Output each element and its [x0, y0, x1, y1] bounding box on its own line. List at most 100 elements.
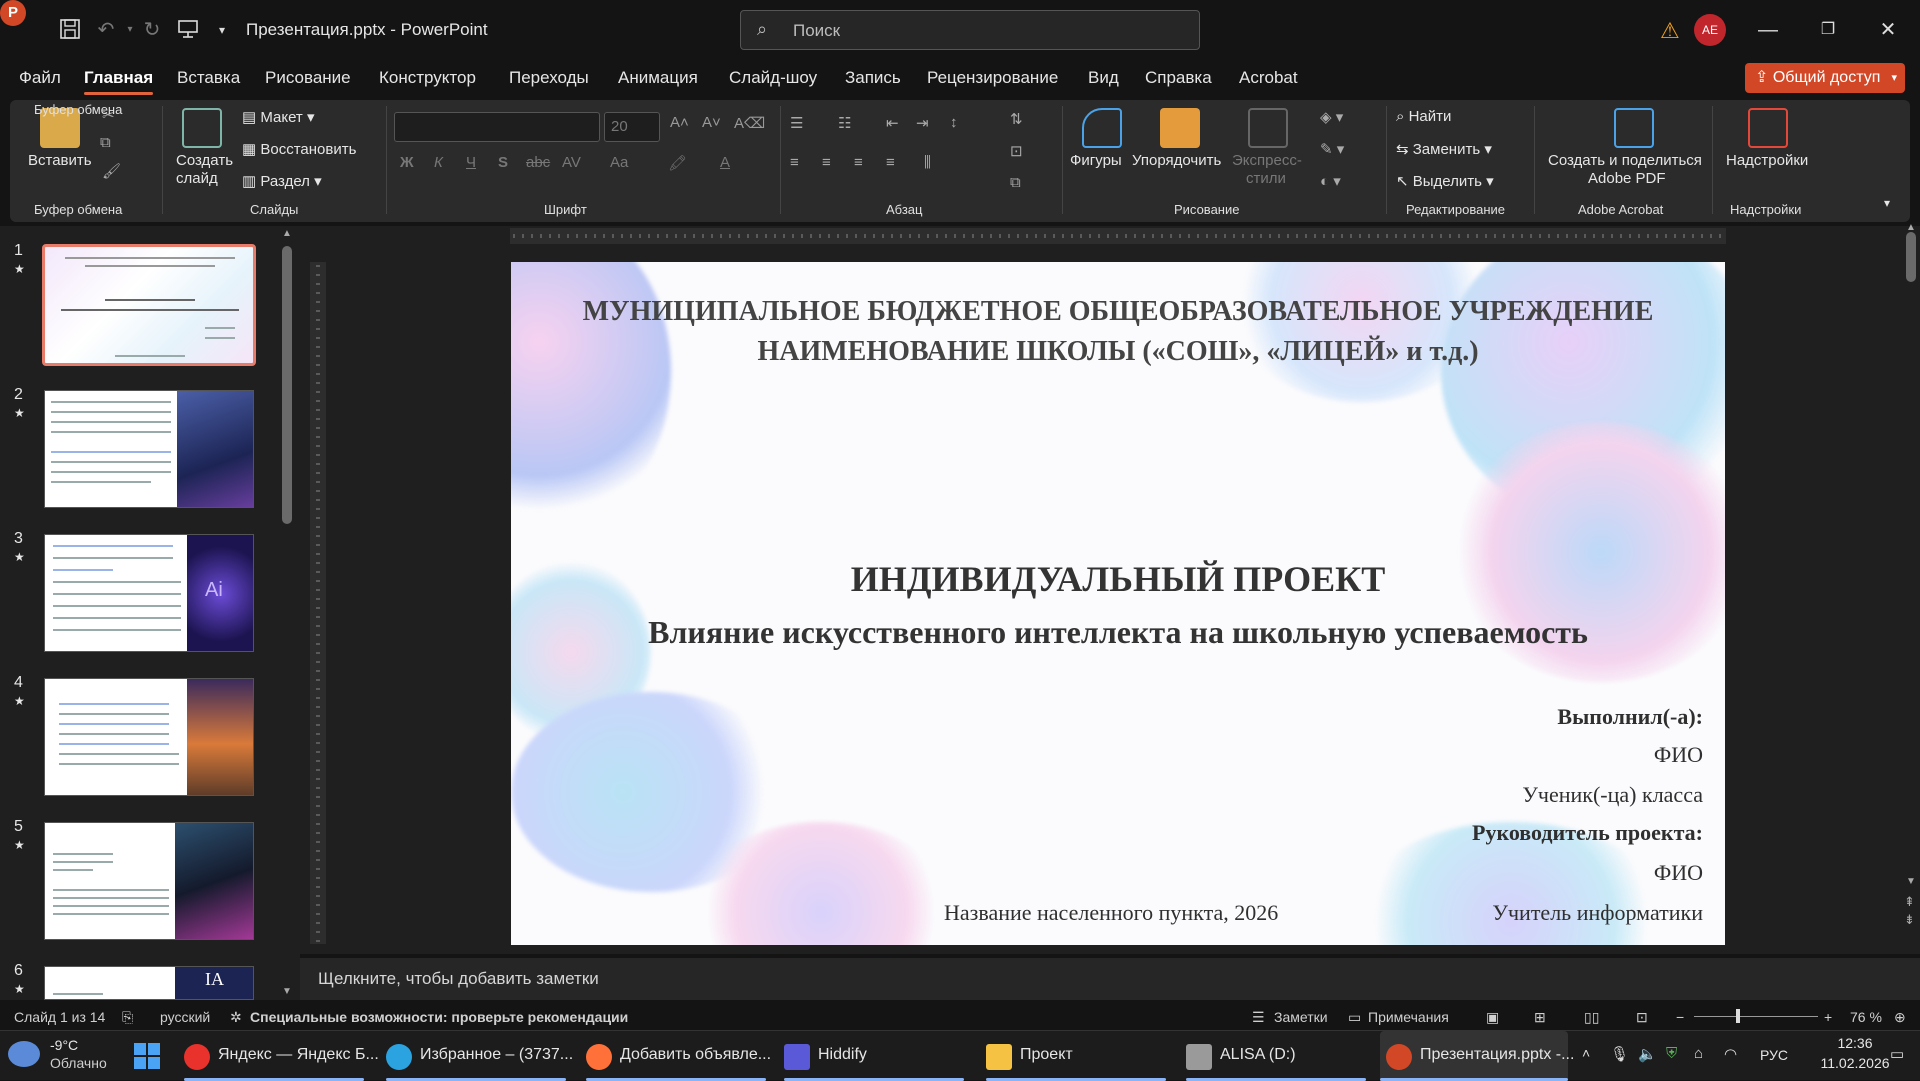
quick-styles-button-2[interactable]: стили	[1246, 170, 1286, 187]
replace-button[interactable]: ⇆ Заменить ▾	[1396, 140, 1492, 158]
microphone-icon[interactable]: 🎙	[1610, 1045, 1629, 1063]
clock-time[interactable]: 12:36	[1820, 1035, 1890, 1051]
addins-button[interactable]: Надстройки	[1726, 152, 1808, 169]
zoom-slider-thumb[interactable]	[1736, 1009, 1740, 1023]
avatar[interactable]: AE	[1694, 14, 1726, 46]
wifi-icon[interactable]: ◠	[1724, 1045, 1737, 1063]
supervisor-label[interactable]: Руководитель проекта:	[1472, 820, 1703, 846]
smartart-icon[interactable]: ⧉	[1010, 174, 1021, 191]
spellcheck-icon[interactable]: ⎘	[122, 1009, 133, 1026]
align-left-icon[interactable]: ≡	[790, 154, 799, 171]
change-case-button[interactable]: Aa	[610, 154, 628, 171]
font-color-icon[interactable]: A	[720, 154, 730, 171]
reading-view-icon[interactable]: ▯▯	[1584, 1009, 1599, 1026]
taskbar-item-hiddify[interactable]: Hiddify	[784, 1031, 964, 1081]
format-painter-icon[interactable]: 🖌	[102, 162, 121, 180]
decrease-indent-icon[interactable]: ⇤	[886, 114, 899, 132]
present-icon[interactable]	[176, 18, 200, 42]
paste-button[interactable]: Вставить	[28, 152, 92, 169]
quick-styles-button[interactable]: Экспресс-	[1232, 152, 1302, 169]
taskbar-item-project-folder[interactable]: Проект	[986, 1031, 1166, 1081]
notes-pane[interactable]: Щелкните, чтобы добавить заметки	[300, 958, 1920, 1000]
thumbnail-scrollbar[interactable]	[282, 246, 292, 524]
slide-thumbnail-2[interactable]	[44, 390, 254, 508]
tab-insert[interactable]: Вставка	[177, 68, 240, 88]
slide-title[interactable]: ИНДИВИДУАЛЬНЫЙ ПРОЕКТ	[511, 558, 1725, 600]
clear-formatting-icon[interactable]: A⌫	[734, 114, 765, 132]
comments-icon[interactable]: ▭	[1348, 1009, 1361, 1026]
scroll-up-icon[interactable]: ▲	[1906, 222, 1916, 233]
bullets-icon[interactable]: ☰	[790, 114, 803, 132]
decrease-font-icon[interactable]: A˅	[702, 114, 721, 131]
tab-home[interactable]: Главная	[84, 68, 154, 95]
columns-icon[interactable]: ⫼	[924, 154, 931, 171]
student-fio[interactable]: ФИО	[1654, 742, 1703, 768]
slide-thumbnail-1[interactable]	[42, 244, 256, 366]
slide-thumbnail-6[interactable]: IA	[44, 966, 254, 1000]
shape-outline-icon[interactable]: ✎ ▾	[1320, 140, 1344, 158]
tab-acrobat[interactable]: Acrobat	[1239, 68, 1298, 88]
adobe-pdf-icon[interactable]	[1614, 108, 1654, 148]
reset-button[interactable]: ▦ Восстановить	[242, 140, 356, 158]
save-icon[interactable]	[58, 18, 82, 42]
copy-icon[interactable]: ⧉	[100, 134, 111, 151]
redo-icon[interactable]: ↻	[140, 18, 164, 42]
zoom-slider[interactable]	[1694, 1016, 1818, 1017]
notes-button[interactable]: Заметки	[1274, 1009, 1328, 1025]
minimize-button[interactable]: —	[1748, 14, 1788, 46]
slideshow-view-icon[interactable]: ⊡	[1636, 1009, 1648, 1026]
tab-animations[interactable]: Анимация	[618, 68, 698, 88]
text-direction-icon[interactable]: ⇅	[1010, 110, 1023, 128]
new-slide-label[interactable]: Создать	[176, 152, 233, 169]
weather-temp[interactable]: -9°C	[50, 1037, 78, 1053]
new-slide-icon[interactable]	[182, 108, 222, 148]
increase-indent-icon[interactable]: ⇥	[916, 114, 929, 132]
find-button[interactable]: ⌕ Найти	[1396, 108, 1451, 125]
slide-subtitle[interactable]: Влияние искусственного интеллекта на шко…	[511, 614, 1725, 651]
layout-button[interactable]: ▤ Макет ▾	[242, 108, 315, 126]
volume-icon[interactable]: 🔈	[1638, 1045, 1657, 1063]
supervisor-title[interactable]: Учитель информатики	[1492, 900, 1703, 926]
underline-button[interactable]: Ч	[466, 154, 476, 171]
warning-icon[interactable]: ⚠	[1660, 18, 1680, 44]
slide-sorter-icon[interactable]: ⊞	[1534, 1009, 1546, 1026]
student-class[interactable]: Ученик(-ца) класса	[1522, 782, 1703, 808]
tab-draw[interactable]: Рисование	[265, 68, 351, 88]
zoom-level[interactable]: 76 %	[1850, 1009, 1882, 1025]
accessibility-icon[interactable]: ✲	[230, 1009, 242, 1026]
language-indicator[interactable]: русский	[160, 1009, 210, 1025]
justify-icon[interactable]: ≡	[886, 154, 895, 171]
security-icon[interactable]: ⛨	[1666, 1045, 1677, 1062]
align-center-icon[interactable]: ≡	[822, 154, 831, 171]
shape-effects-icon[interactable]: ◐ ▾	[1320, 172, 1341, 190]
font-family-select[interactable]	[394, 112, 600, 142]
close-button[interactable]: ✕	[1868, 14, 1908, 46]
weather-desc[interactable]: Облачно	[50, 1055, 107, 1071]
align-right-icon[interactable]: ≡	[854, 154, 863, 171]
tab-design[interactable]: Конструктор	[379, 68, 476, 88]
tab-file[interactable]: Файл	[19, 68, 61, 88]
customize-toolbar-icon[interactable]: ▾	[210, 18, 234, 42]
slide-header-line2[interactable]: НАИМЕНОВАНИЕ ШКОЛЫ («СОШ», «ЛИЦЕЙ» и т.д…	[511, 336, 1725, 368]
notes-icon[interactable]: ☰	[1252, 1009, 1265, 1026]
taskbar-item-firefox[interactable]: Добавить объявле...	[586, 1031, 771, 1081]
city-year[interactable]: Название населенного пункта, 2026	[944, 900, 1278, 926]
start-icon[interactable]	[134, 1043, 160, 1069]
taskbar-item-powerpoint[interactable]: Презентация.pptx -...	[1380, 1031, 1574, 1081]
comments-button[interactable]: Примечания	[1368, 1009, 1449, 1025]
shadow-button[interactable]: S	[498, 154, 508, 171]
notification-icon[interactable]: ▭	[1890, 1045, 1904, 1063]
fit-to-window-icon[interactable]: ⊕	[1894, 1009, 1906, 1026]
create-pdf-button-2[interactable]: Adobe PDF	[1588, 170, 1666, 187]
zoom-in-icon[interactable]: +	[1824, 1009, 1832, 1025]
create-pdf-button[interactable]: Создать и поделиться	[1548, 152, 1702, 169]
input-language[interactable]: РУС	[1760, 1047, 1788, 1063]
undo-icon[interactable]: ↶	[94, 18, 118, 42]
align-text-icon[interactable]: ⊡	[1010, 142, 1023, 160]
taskbar-item-favorites[interactable]: Избранное – (3737...	[386, 1031, 573, 1081]
slide-thumbnail-3[interactable]: Ai	[44, 534, 254, 652]
slide-header-line1[interactable]: МУНИЦИПАЛЬНОЕ БЮДЖЕТНОЕ ОБЩЕОБРАЗОВАТЕЛЬ…	[511, 296, 1725, 328]
slide-counter[interactable]: Слайд 1 из 14	[14, 1009, 105, 1025]
tab-slideshow[interactable]: Слайд-шоу	[729, 68, 817, 88]
tab-view[interactable]: Вид	[1088, 68, 1119, 88]
